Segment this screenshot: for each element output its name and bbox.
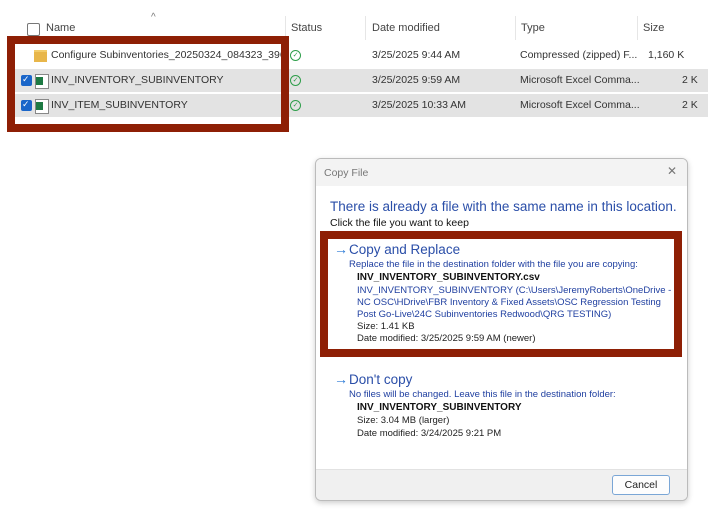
column-header-type[interactable]: Type — [521, 22, 545, 34]
cancel-button[interactable]: Cancel — [612, 475, 670, 495]
check-circle-icon: ✓ — [290, 100, 301, 111]
highlight-box — [7, 36, 289, 132]
highlight-box — [320, 231, 682, 357]
column-header-status[interactable]: Status — [291, 22, 322, 34]
column-header-name[interactable]: Name — [46, 22, 75, 34]
title-bar — [316, 159, 687, 186]
check-circle-icon: ✓ — [290, 50, 301, 61]
copy-file-dialog: Copy File ✕ There is already a file with… — [315, 158, 688, 501]
sort-caret-icon: ^ — [151, 12, 156, 23]
dialog-subheading: Click the file you want to keep — [330, 217, 469, 229]
close-icon[interactable]: ✕ — [667, 164, 677, 178]
dialog-heading: There is already a file with the same na… — [330, 199, 677, 214]
column-header-size[interactable]: Size — [643, 22, 664, 34]
column-header-date[interactable]: Date modified — [372, 22, 440, 34]
check-circle-icon: ✓ — [290, 75, 301, 86]
select-all-checkbox[interactable] — [27, 23, 40, 36]
arrow-right-icon: → — [334, 371, 348, 387]
dont-copy-option[interactable]: → Don't copy No files will be changed. L… — [328, 371, 676, 445]
dialog-title: Copy File — [324, 167, 369, 179]
